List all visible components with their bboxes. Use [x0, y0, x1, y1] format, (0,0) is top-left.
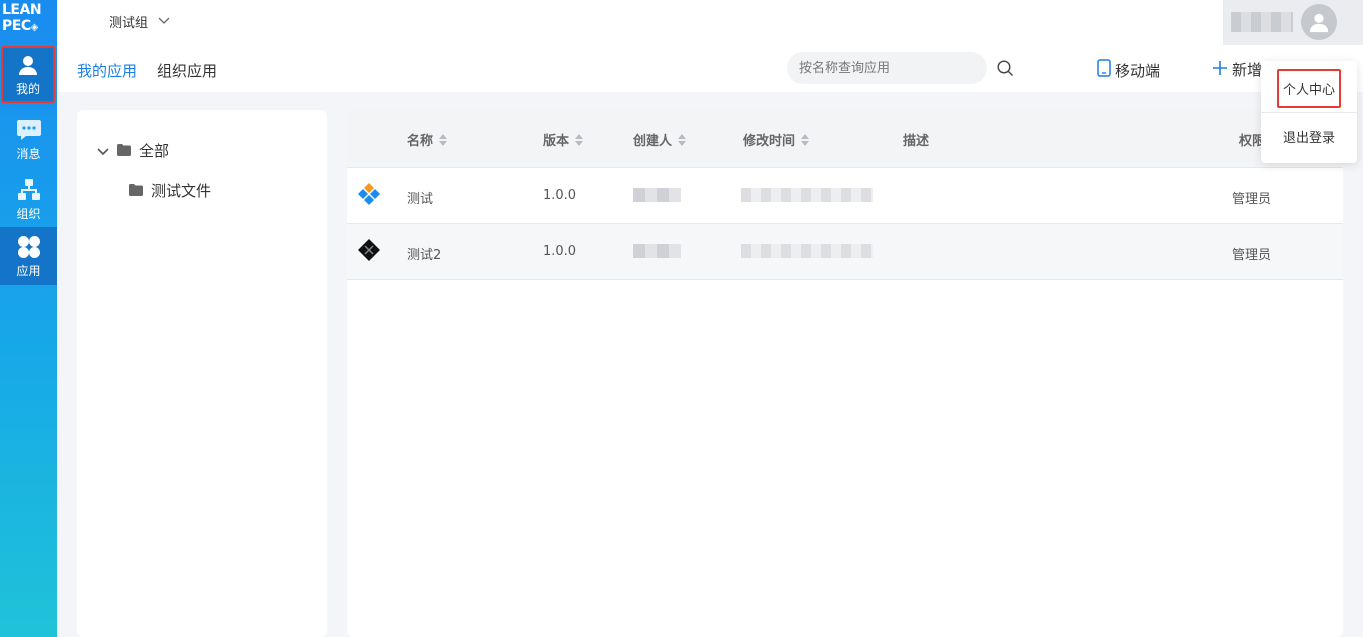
tab-org-apps[interactable]: 组织应用 — [157, 60, 217, 81]
top-bar: 测试组 — [57, 0, 1363, 46]
org-icon — [16, 177, 42, 203]
chevron-down-icon — [158, 14, 170, 29]
apps-table: 名称 版本 创建人 修改时间 描述 权限 测试 1.0.0 管理员 测试2 1.… — [347, 110, 1343, 637]
group-selector[interactable]: 测试组 — [109, 12, 170, 31]
modified-time-redacted — [741, 244, 873, 258]
app-logo: LEAN PEC◈ — [0, 2, 57, 42]
logo-diamond-icon: ◈ — [30, 22, 39, 33]
logo-line-1: LEAN — [2, 2, 42, 18]
user-icon — [15, 52, 41, 78]
search-input[interactable] — [787, 52, 987, 84]
menu-item-logout[interactable]: 退出登录 — [1261, 116, 1357, 156]
creator-redacted — [633, 188, 681, 202]
menu-item-profile[interactable]: 个人中心 — [1261, 68, 1357, 108]
avatar[interactable] — [1301, 4, 1337, 40]
sidebar-item-apps[interactable]: 应用 — [0, 227, 57, 285]
message-icon — [16, 117, 42, 143]
tree-item-folder[interactable]: 测试文件 — [129, 180, 211, 201]
column-label: 创建人 — [633, 134, 673, 149]
sidebar-item-label: 应用 — [16, 263, 41, 278]
app-version: 1.0.0 — [543, 244, 577, 259]
group-name: 测试组 — [109, 16, 149, 31]
user-dropdown-menu: 个人中心 退出登录 — [1261, 61, 1357, 163]
column-label: 修改时间 — [743, 134, 796, 149]
table-header: 名称 版本 创建人 修改时间 描述 权限 — [347, 110, 1343, 168]
app-permission: 管理员 — [1232, 248, 1272, 263]
mobile-button[interactable]: 移动端 — [1097, 59, 1160, 81]
sidebar: LEAN PEC◈ 我的 消息 组织 应用 — [0, 0, 57, 637]
table-row[interactable]: 测试2 1.0.0 管理员 — [347, 224, 1343, 280]
modified-time-redacted — [741, 188, 873, 202]
column-label: 名称 — [407, 134, 434, 149]
sub-nav: 我的应用 组织应用 移动端 新增 — [57, 46, 1363, 92]
tree-item-label: 全部 — [139, 142, 170, 160]
column-header-description: 描述 — [903, 130, 929, 149]
sort-icon[interactable] — [439, 133, 448, 146]
user-menu-trigger[interactable] — [1223, 0, 1363, 45]
sidebar-item-mine[interactable]: 我的 — [1, 46, 55, 103]
logo-line-2: PEC◈ — [2, 18, 57, 36]
app-version: 1.0.0 — [543, 188, 577, 203]
tree-item-all[interactable]: 全部 — [97, 140, 169, 161]
folder-icon — [117, 142, 131, 160]
column-label: 描述 — [903, 134, 930, 149]
add-label: 新增 — [1232, 61, 1263, 79]
app-black-diamond-icon — [357, 238, 381, 262]
app-permission: 管理员 — [1232, 192, 1272, 207]
creator-redacted — [633, 244, 681, 258]
tab-my-apps[interactable]: 我的应用 — [77, 60, 137, 81]
menu-item-label: 个人中心 — [1276, 68, 1341, 108]
sort-icon[interactable] — [801, 133, 810, 146]
sort-icon[interactable] — [678, 133, 687, 146]
tablet-icon — [1097, 59, 1111, 81]
apps-icon — [16, 234, 42, 260]
folder-tree-panel: 全部 测试文件 — [77, 110, 327, 637]
menu-item-label: 退出登录 — [1282, 130, 1335, 146]
column-label: 版本 — [543, 134, 570, 149]
table-row[interactable]: 测试 1.0.0 管理员 — [347, 168, 1343, 224]
app-name[interactable]: 测试 — [407, 188, 433, 207]
sidebar-item-messages[interactable]: 消息 — [0, 110, 57, 168]
tree-item-label: 测试文件 — [151, 182, 212, 200]
search-icon[interactable] — [997, 60, 1015, 78]
app-blue-diamond-icon — [357, 182, 381, 206]
add-button[interactable]: 新增 — [1212, 59, 1262, 80]
column-header-version[interactable]: 版本 — [543, 130, 584, 149]
sidebar-item-label: 消息 — [16, 146, 41, 161]
sidebar-item-label: 我的 — [15, 82, 40, 96]
sort-icon[interactable] — [575, 133, 584, 146]
column-header-creator[interactable]: 创建人 — [633, 130, 687, 149]
logo-line-2-text: PEC — [2, 18, 31, 34]
avatar-person-icon — [1309, 13, 1329, 33]
column-header-name[interactable]: 名称 — [407, 130, 448, 149]
user-name-redacted — [1231, 12, 1293, 32]
app-name[interactable]: 测试2 — [407, 244, 441, 263]
plus-icon — [1212, 60, 1228, 80]
chevron-down-icon[interactable] — [97, 142, 109, 160]
menu-divider — [1261, 112, 1357, 113]
mobile-label: 移动端 — [1115, 61, 1161, 80]
folder-icon — [129, 182, 143, 200]
sidebar-item-label: 组织 — [16, 206, 41, 221]
sidebar-item-org[interactable]: 组织 — [0, 170, 57, 228]
column-header-modified[interactable]: 修改时间 — [743, 130, 810, 149]
